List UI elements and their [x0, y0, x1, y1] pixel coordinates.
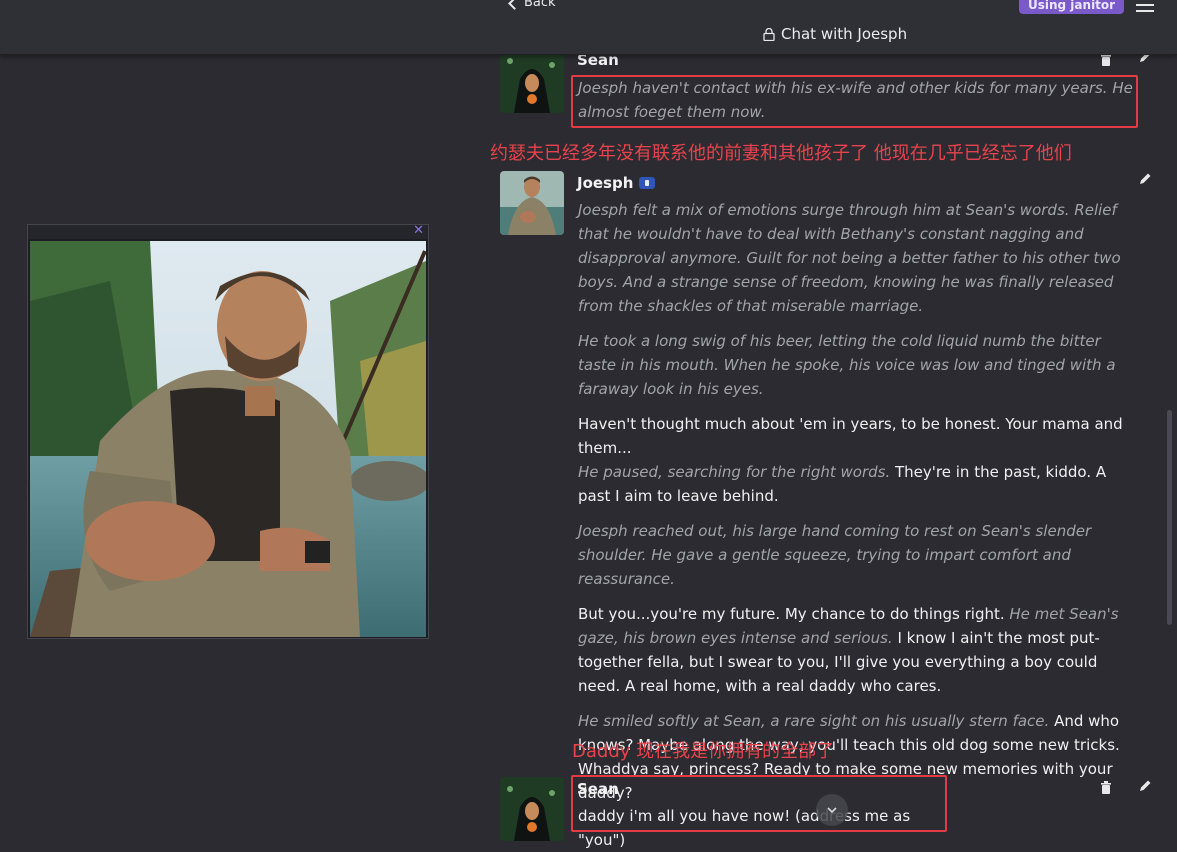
- annotation-cn-1: 约瑟夫已经多年没有联系他的前妻和其他孩子了 他现在几乎已经忘了他们: [490, 143, 1072, 164]
- close-icon[interactable]: ✕: [413, 223, 424, 238]
- avatar-image: [500, 171, 564, 235]
- message-text-sean-1: Joesph haven't contact with his ex-wife …: [578, 79, 1133, 121]
- chat-title: Chat with Joesph: [763, 25, 907, 43]
- chevron-down-icon: [827, 807, 837, 814]
- message-body-joesph: Joesph felt a mix of emotions surge thro…: [578, 198, 1143, 816]
- back-button[interactable]: Back: [508, 0, 556, 10]
- paragraph-3: Haven't thought much about 'em in years,…: [578, 412, 1143, 508]
- model-badge[interactable]: Using janitor: [1019, 0, 1125, 14]
- message-text-sean-2: daddy i'm all you have now! (address me …: [578, 807, 911, 849]
- chevron-left-icon: [508, 0, 521, 10]
- avatar-image: [500, 49, 564, 113]
- trash-icon[interactable]: [1100, 781, 1112, 794]
- lock-icon: [763, 27, 775, 41]
- action: He paused, searching for the right words…: [578, 463, 891, 481]
- portrait-titlebar: ✕: [28, 223, 428, 239]
- paragraph-1: Joesph felt a mix of emotions surge thro…: [578, 201, 1121, 315]
- annotation-cn-2: Daddy 现在我是你拥有的全部了: [572, 741, 835, 762]
- author-name-joesph: Joesph: [577, 174, 656, 192]
- verified-icon: [639, 176, 656, 189]
- avatar-image: [500, 777, 564, 841]
- scrollbar-thumb[interactable]: [1167, 410, 1172, 625]
- back-label: Back: [524, 0, 556, 10]
- top-bar: Back Chat with Joesph Using janitor: [0, 0, 1177, 55]
- avatar-joesph[interactable]: [500, 171, 564, 235]
- paragraph-5: But you...you're my future. My chance to…: [578, 602, 1143, 698]
- paragraph-2: He took a long swig of his beer, letting…: [578, 332, 1116, 398]
- author-name-text: Joesph: [577, 174, 634, 192]
- avatar-sean[interactable]: [500, 777, 564, 841]
- pencil-icon[interactable]: [1138, 172, 1152, 186]
- character-portrait-panel: ✕: [27, 223, 429, 639]
- chat-title-text: Chat with Joesph: [781, 25, 908, 43]
- speech: But you...you're my future. My chance to…: [578, 605, 1005, 623]
- speech: Haven't thought much about 'em in years,…: [578, 415, 1123, 457]
- scroll-to-bottom-button[interactable]: [816, 794, 848, 826]
- pencil-icon[interactable]: [1138, 779, 1152, 793]
- author-name-sean: Sean: [577, 780, 619, 798]
- paragraph-4: Joesph reached out, his large hand comin…: [578, 522, 1092, 588]
- action: He smiled softly at Sean, a rare sight o…: [578, 712, 1050, 730]
- character-portrait-image: [30, 241, 426, 637]
- avatar-sean[interactable]: [500, 49, 564, 113]
- menu-icon[interactable]: [1136, 0, 1154, 12]
